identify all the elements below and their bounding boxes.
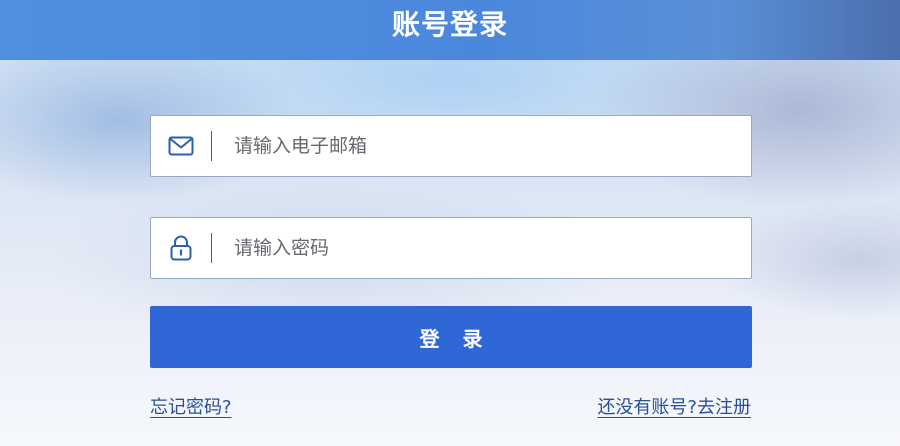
lock-icon (151, 218, 211, 278)
mail-icon (151, 116, 211, 176)
email-input[interactable] (232, 125, 736, 167)
register-link[interactable]: 还没有账号?去注册 (597, 393, 751, 419)
email-field (150, 115, 752, 177)
field-divider (211, 131, 212, 161)
header-bar: 账号登录 (0, 0, 900, 60)
password-input[interactable] (232, 227, 736, 269)
field-divider (211, 233, 212, 263)
page-title: 账号登录 (391, 8, 508, 41)
forgot-password-link[interactable]: 忘记密码? (150, 393, 232, 419)
password-field (150, 217, 752, 279)
login-button[interactable]: 登 录 (150, 306, 752, 368)
